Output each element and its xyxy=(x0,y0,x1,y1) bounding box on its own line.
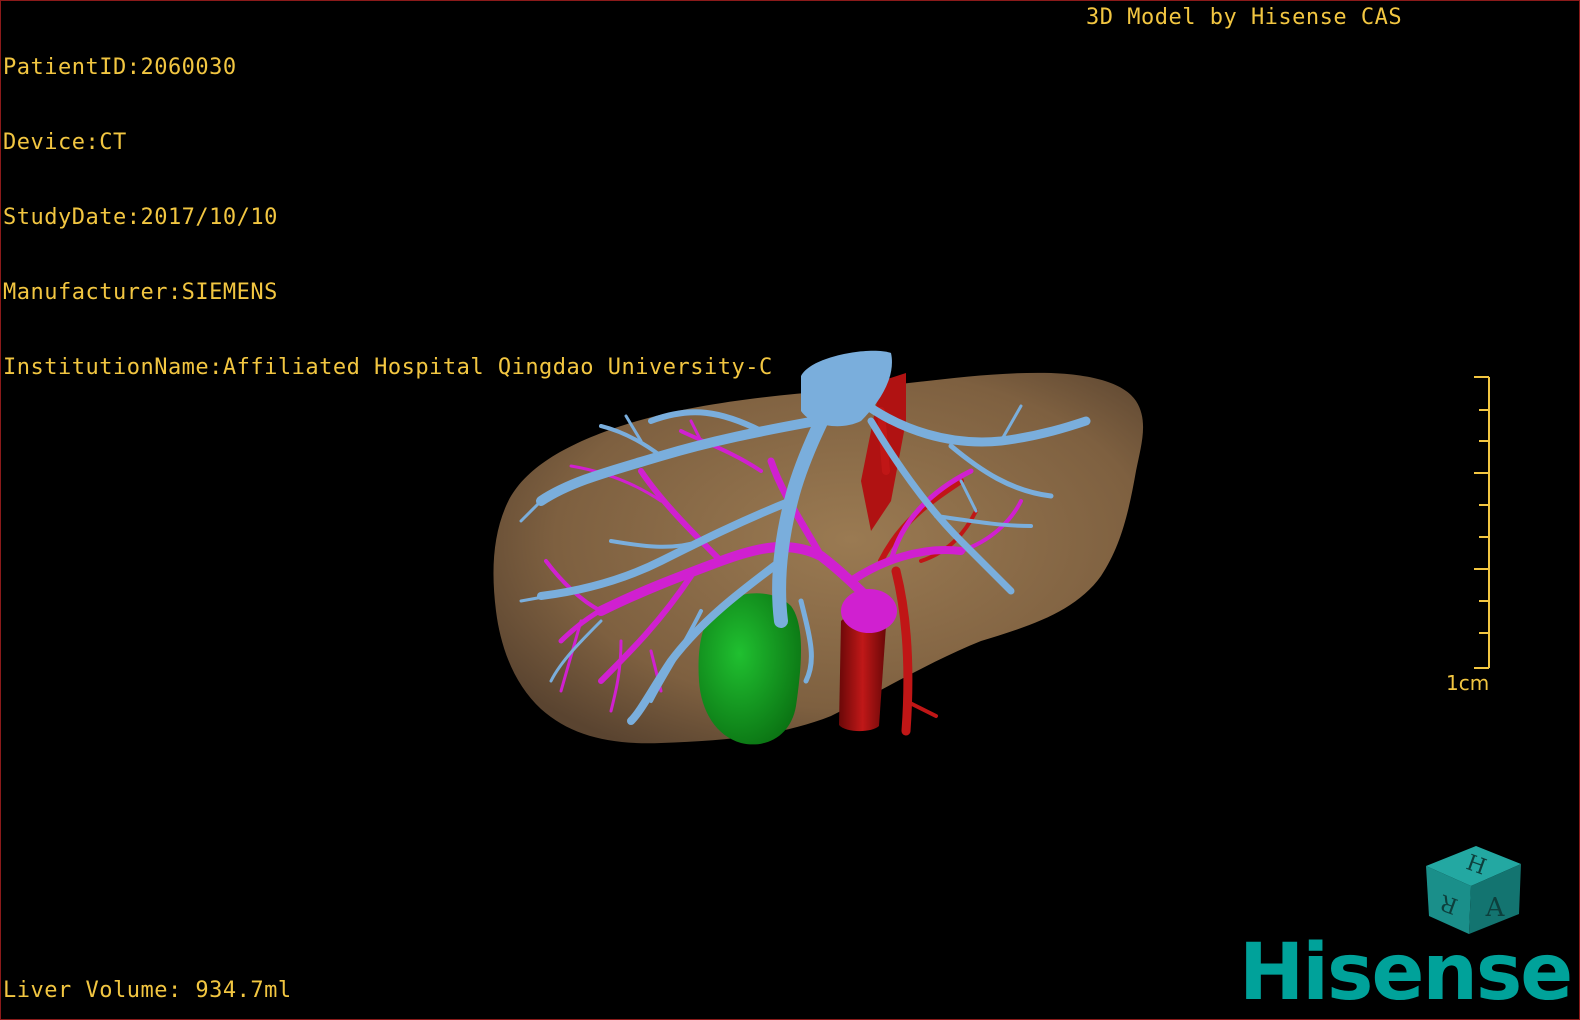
portal-vein-confluence xyxy=(841,589,897,633)
model-credit: 3D Model by Hisense CAS xyxy=(1086,5,1403,30)
scale-label: 1cm xyxy=(1446,671,1490,695)
liver-volume: Liver Volume: 934.7ml xyxy=(3,978,292,1003)
orientation-cube[interactable]: H R A xyxy=(1421,836,1531,936)
institution-name: InstitutionName:Affiliated Hospital Qing… xyxy=(3,355,773,380)
dicom-info-panel: PatientID:2060030 Device:CT StudyDate:20… xyxy=(3,5,773,430)
manufacturer: Manufacturer:SIEMENS xyxy=(3,280,278,305)
scale-ruler xyxy=(1474,376,1490,669)
device: Device:CT xyxy=(3,130,127,155)
patient-id: PatientID:2060030 xyxy=(3,55,237,80)
3d-viewport[interactable]: PatientID:2060030 Device:CT StudyDate:20… xyxy=(0,0,1580,1020)
study-date: StudyDate:2017/10/10 xyxy=(3,205,278,230)
hisense-logo: Hisense xyxy=(1239,928,1573,1018)
cube-face-right: A xyxy=(1485,893,1506,923)
